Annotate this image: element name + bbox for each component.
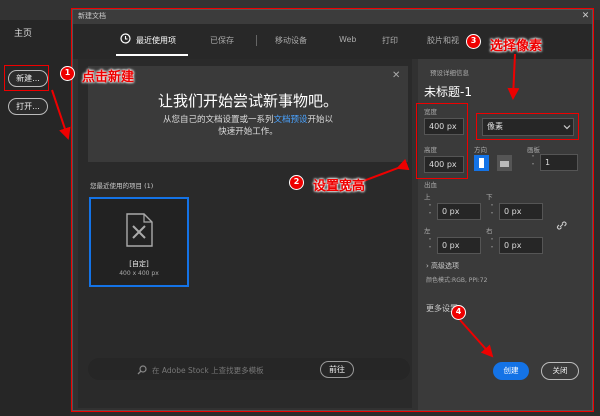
annotation-box-unit <box>476 113 579 140</box>
annotation-box-size <box>416 103 468 179</box>
home-title: 主页 <box>14 29 33 39</box>
step-3-badge: 3 <box>466 34 481 49</box>
step-1-callout: 点击新建 <box>82 70 135 85</box>
annotation-box-dialog <box>71 8 594 412</box>
step-2-badge: 2 <box>289 175 304 190</box>
step-3-callout: 选择像素 <box>490 39 543 54</box>
open-button[interactable]: 打开... <box>8 98 48 115</box>
annotation-box-new <box>4 65 49 91</box>
step-4-badge: 4 <box>451 305 466 320</box>
step-1-badge: 1 <box>60 66 75 81</box>
step-2-callout: 设置宽高 <box>313 179 366 194</box>
